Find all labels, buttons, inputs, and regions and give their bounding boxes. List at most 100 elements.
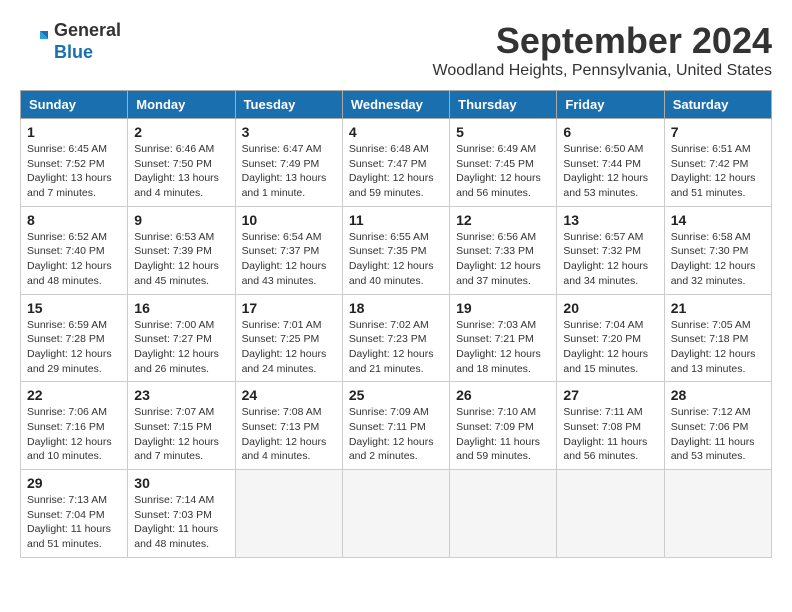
day-info: Sunrise: 6:53 AMSunset: 7:39 PMDaylight:… — [134, 230, 228, 289]
title-area: September 2024 Woodland Heights, Pennsyl… — [433, 20, 772, 80]
calendar-cell: 9 Sunrise: 6:53 AMSunset: 7:39 PMDaylight… — [128, 206, 235, 294]
day-number: 8 — [27, 212, 121, 228]
day-number: 17 — [242, 300, 336, 316]
day-number: 25 — [349, 387, 443, 403]
day-number: 4 — [349, 124, 443, 140]
day-info: Sunrise: 7:01 AMSunset: 7:25 PMDaylight:… — [242, 318, 336, 377]
day-info: Sunrise: 7:03 AMSunset: 7:21 PMDaylight:… — [456, 318, 550, 377]
calendar-cell: 4 Sunrise: 6:48 AMSunset: 7:47 PMDaylight… — [342, 119, 449, 207]
calendar-cell: 22 Sunrise: 7:06 AMSunset: 7:16 PMDayligh… — [21, 382, 128, 470]
day-number: 14 — [671, 212, 765, 228]
calendar-cell: 11 Sunrise: 6:55 AMSunset: 7:35 PMDayligh… — [342, 206, 449, 294]
logo-text: General Blue — [54, 20, 121, 63]
day-number: 9 — [134, 212, 228, 228]
calendar-cell: 27Sunrise: 7:11 AMSunset: 7:08 PMDayligh… — [557, 382, 664, 470]
day-info: Sunrise: 7:13 AMSunset: 7:04 PMDaylight:… — [27, 493, 121, 552]
day-number: 1 — [27, 124, 121, 140]
calendar-cell: 10Sunrise: 6:54 AMSunset: 7:37 PMDayligh… — [235, 206, 342, 294]
day-number: 5 — [456, 124, 550, 140]
weekday-header-wednesday: Wednesday — [342, 91, 449, 119]
day-info: Sunrise: 6:52 AMSunset: 7:40 PMDaylight:… — [27, 230, 121, 289]
calendar-cell — [235, 470, 342, 558]
calendar-cell: 15 Sunrise: 6:59 AMSunset: 7:28 PMDayligh… — [21, 294, 128, 382]
calendar-cell: 18 Sunrise: 7:02 AMSunset: 7:23 PMDayligh… — [342, 294, 449, 382]
calendar-cell: 6 Sunrise: 6:50 AMSunset: 7:44 PMDaylight… — [557, 119, 664, 207]
day-number: 29 — [27, 475, 121, 491]
day-number: 27 — [563, 387, 657, 403]
calendar-week-row: 15 Sunrise: 6:59 AMSunset: 7:28 PMDayligh… — [21, 294, 772, 382]
calendar-cell: 24Sunrise: 7:08 AMSunset: 7:13 PMDayligh… — [235, 382, 342, 470]
calendar-cell: 26 Sunrise: 7:10 AMSunset: 7:09 PMDayligh… — [450, 382, 557, 470]
day-number: 18 — [349, 300, 443, 316]
day-number: 7 — [671, 124, 765, 140]
calendar-week-row: 29 Sunrise: 7:13 AMSunset: 7:04 PMDayligh… — [21, 470, 772, 558]
calendar-cell: 8 Sunrise: 6:52 AMSunset: 7:40 PMDaylight… — [21, 206, 128, 294]
logo-blue: Blue — [54, 42, 93, 62]
calendar-cell: 28Sunrise: 7:12 AMSunset: 7:06 PMDayligh… — [664, 382, 771, 470]
calendar-cell — [664, 470, 771, 558]
day-number: 19 — [456, 300, 550, 316]
calendar-week-row: 22 Sunrise: 7:06 AMSunset: 7:16 PMDayligh… — [21, 382, 772, 470]
calendar-cell: 29 Sunrise: 7:13 AMSunset: 7:04 PMDayligh… — [21, 470, 128, 558]
day-info: Sunrise: 7:06 AMSunset: 7:16 PMDaylight:… — [27, 405, 121, 464]
weekday-header-row: SundayMondayTuesdayWednesdayThursdayFrid… — [21, 91, 772, 119]
location-title: Woodland Heights, Pennsylvania, United S… — [433, 62, 772, 80]
day-info: Sunrise: 6:45 AMSunset: 7:52 PMDaylight:… — [27, 142, 121, 201]
day-number: 22 — [27, 387, 121, 403]
calendar-cell — [557, 470, 664, 558]
day-number: 3 — [242, 124, 336, 140]
day-info: Sunrise: 7:08 AMSunset: 7:13 PMDaylight:… — [242, 405, 336, 464]
calendar-cell: 5 Sunrise: 6:49 AMSunset: 7:45 PMDaylight… — [450, 119, 557, 207]
day-info: Sunrise: 6:57 AMSunset: 7:32 PMDaylight:… — [563, 230, 657, 289]
weekday-header-tuesday: Tuesday — [235, 91, 342, 119]
calendar-cell: 2Sunrise: 6:46 AMSunset: 7:50 PMDaylight… — [128, 119, 235, 207]
day-number: 15 — [27, 300, 121, 316]
day-info: Sunrise: 6:50 AMSunset: 7:44 PMDaylight:… — [563, 142, 657, 201]
calendar-cell: 3 Sunrise: 6:47 AMSunset: 7:49 PMDaylight… — [235, 119, 342, 207]
calendar-cell: 25 Sunrise: 7:09 AMSunset: 7:11 PMDayligh… — [342, 382, 449, 470]
logo-icon — [20, 27, 50, 57]
calendar-week-row: 1 Sunrise: 6:45 AMSunset: 7:52 PMDaylight… — [21, 119, 772, 207]
calendar-cell: 14Sunrise: 6:58 AMSunset: 7:30 PMDayligh… — [664, 206, 771, 294]
weekday-header-monday: Monday — [128, 91, 235, 119]
logo-general: General — [54, 20, 121, 40]
calendar-cell — [342, 470, 449, 558]
day-info: Sunrise: 7:10 AMSunset: 7:09 PMDaylight:… — [456, 405, 550, 464]
day-info: Sunrise: 6:59 AMSunset: 7:28 PMDaylight:… — [27, 318, 121, 377]
month-title: September 2024 — [433, 20, 772, 62]
day-info: Sunrise: 7:05 AMSunset: 7:18 PMDaylight:… — [671, 318, 765, 377]
day-number: 13 — [563, 212, 657, 228]
calendar-table: SundayMondayTuesdayWednesdayThursdayFrid… — [20, 90, 772, 558]
day-info: Sunrise: 6:54 AMSunset: 7:37 PMDaylight:… — [242, 230, 336, 289]
day-info: Sunrise: 6:47 AMSunset: 7:49 PMDaylight:… — [242, 142, 336, 201]
day-info: Sunrise: 6:55 AMSunset: 7:35 PMDaylight:… — [349, 230, 443, 289]
day-info: Sunrise: 6:48 AMSunset: 7:47 PMDaylight:… — [349, 142, 443, 201]
day-info: Sunrise: 7:07 AMSunset: 7:15 PMDaylight:… — [134, 405, 228, 464]
calendar-cell: 20 Sunrise: 7:04 AMSunset: 7:20 PMDayligh… — [557, 294, 664, 382]
calendar-cell — [450, 470, 557, 558]
weekday-header-thursday: Thursday — [450, 91, 557, 119]
calendar-cell: 16 Sunrise: 7:00 AMSunset: 7:27 PMDayligh… — [128, 294, 235, 382]
day-number: 28 — [671, 387, 765, 403]
day-info: Sunrise: 6:49 AMSunset: 7:45 PMDaylight:… — [456, 142, 550, 201]
calendar-cell: 13 Sunrise: 6:57 AMSunset: 7:32 PMDayligh… — [557, 206, 664, 294]
day-number: 20 — [563, 300, 657, 316]
day-info: Sunrise: 6:56 AMSunset: 7:33 PMDaylight:… — [456, 230, 550, 289]
day-info: Sunrise: 7:14 AMSunset: 7:03 PMDaylight:… — [134, 493, 228, 552]
calendar-cell: 23 Sunrise: 7:07 AMSunset: 7:15 PMDayligh… — [128, 382, 235, 470]
calendar-cell: 19 Sunrise: 7:03 AMSunset: 7:21 PMDayligh… — [450, 294, 557, 382]
day-number: 26 — [456, 387, 550, 403]
day-number: 11 — [349, 212, 443, 228]
day-info: Sunrise: 7:02 AMSunset: 7:23 PMDaylight:… — [349, 318, 443, 377]
day-number: 30 — [134, 475, 228, 491]
day-info: Sunrise: 7:09 AMSunset: 7:11 PMDaylight:… — [349, 405, 443, 464]
weekday-header-friday: Friday — [557, 91, 664, 119]
day-info: Sunrise: 7:04 AMSunset: 7:20 PMDaylight:… — [563, 318, 657, 377]
day-number: 6 — [563, 124, 657, 140]
day-info: Sunrise: 7:00 AMSunset: 7:27 PMDaylight:… — [134, 318, 228, 377]
day-info: Sunrise: 6:51 AMSunset: 7:42 PMDaylight:… — [671, 142, 765, 201]
day-number: 23 — [134, 387, 228, 403]
calendar-cell: 30 Sunrise: 7:14 AMSunset: 7:03 PMDayligh… — [128, 470, 235, 558]
day-number: 2 — [134, 124, 228, 140]
day-number: 16 — [134, 300, 228, 316]
